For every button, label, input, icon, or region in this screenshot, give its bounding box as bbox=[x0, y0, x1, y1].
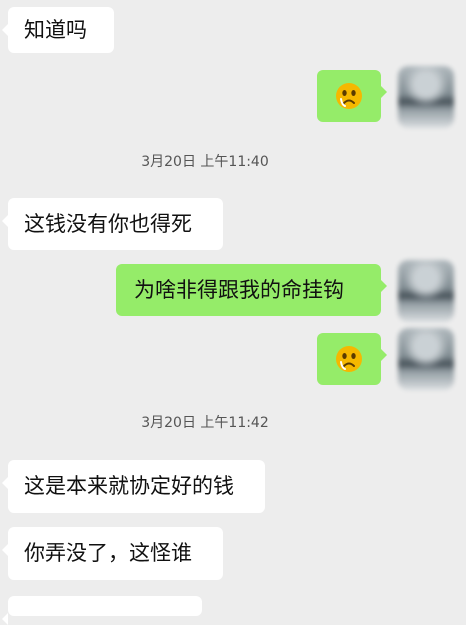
sad-face-emoji-icon bbox=[336, 83, 362, 109]
chat-window: 知道吗 3月20日 上午11:40 这钱没有你也得死 为啥非得跟我的命挂钩 3月… bbox=[0, 0, 466, 625]
avatar[interactable] bbox=[398, 260, 454, 322]
message-text: 这是本来就协定好的钱 bbox=[24, 474, 234, 498]
incoming-message: 这是本来就协定好的钱 bbox=[2, 460, 265, 513]
outgoing-sticker-message bbox=[317, 70, 387, 122]
incoming-message: 你弄没了，这怪谁 bbox=[2, 527, 223, 580]
message-text: 这钱没有你也得死 bbox=[24, 211, 192, 236]
outgoing-sticker-message bbox=[317, 333, 387, 385]
message-text: 为啥非得跟我的命挂钩 bbox=[134, 277, 344, 302]
avatar[interactable] bbox=[398, 328, 454, 390]
incoming-message: 这钱没有你也得死 bbox=[2, 198, 223, 250]
incoming-message-partial bbox=[2, 596, 202, 625]
outgoing-message: 为啥非得跟我的命挂钩 bbox=[116, 264, 387, 316]
timestamp: 3月20日 上午11:40 bbox=[141, 154, 269, 170]
message-text: 知道吗 bbox=[24, 17, 87, 42]
avatar[interactable] bbox=[398, 66, 454, 128]
sad-face-emoji-icon bbox=[336, 346, 362, 372]
incoming-message: 知道吗 bbox=[2, 7, 114, 53]
message-text: 你弄没了，这怪谁 bbox=[24, 541, 192, 565]
timestamp: 3月20日 上午11:42 bbox=[141, 415, 269, 431]
